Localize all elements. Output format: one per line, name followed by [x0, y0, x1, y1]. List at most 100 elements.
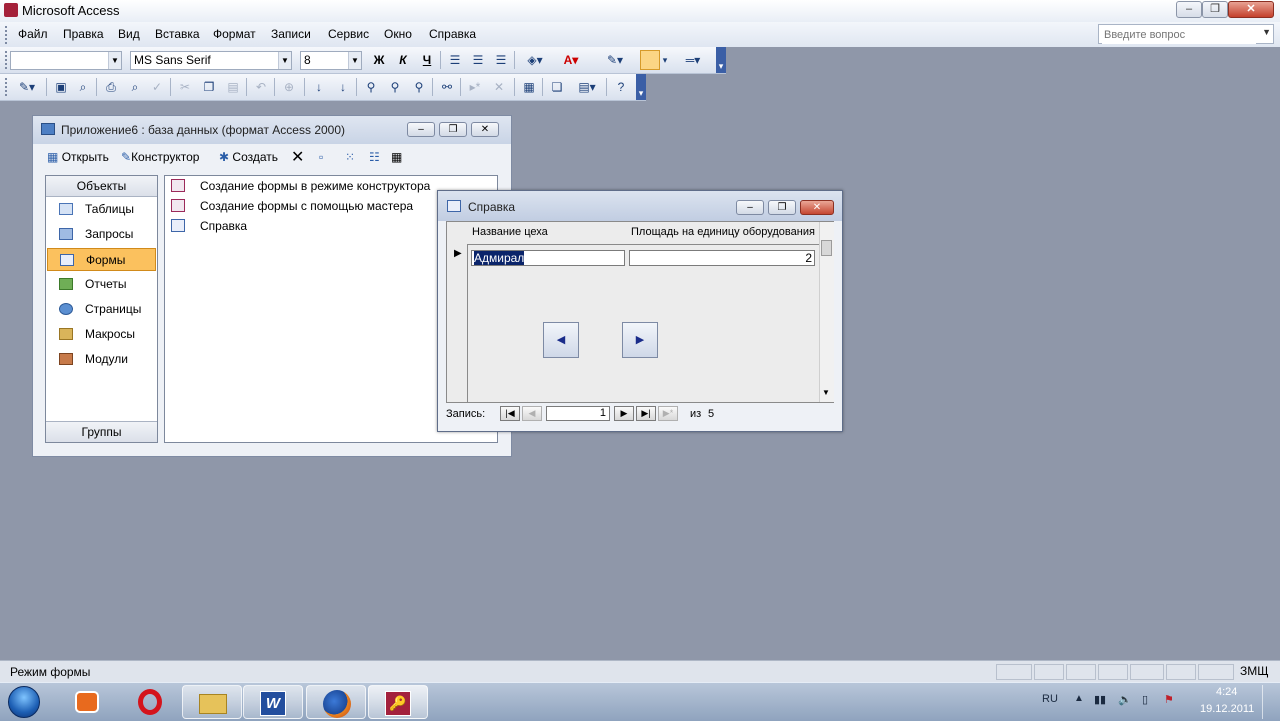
cut-icon[interactable]: ✂ — [176, 78, 194, 96]
sort-descending-icon[interactable]: ↓ — [334, 78, 352, 96]
paste-icon[interactable]: ▤ — [224, 78, 242, 96]
print-icon[interactable]: ⎙ — [102, 78, 120, 96]
save-icon[interactable]: ▣ — [52, 78, 70, 96]
record-number-input[interactable]: 1 — [546, 406, 610, 421]
copy-icon[interactable]: ❐ — [200, 78, 218, 96]
font-color-icon[interactable]: A▾ — [556, 51, 586, 69]
small-icons-icon[interactable]: ⁙ — [345, 150, 355, 164]
clock-date[interactable]: 19.12.2011 — [1200, 703, 1254, 715]
hyperlink-icon[interactable]: ⊕ — [280, 78, 298, 96]
chevron-down-icon[interactable]: ▾ — [660, 51, 670, 69]
new-object-icon[interactable]: ▤▾ — [572, 78, 602, 96]
restore-button[interactable]: ❐ — [768, 200, 796, 215]
font-size-combo[interactable]: 8 ▼ — [300, 51, 362, 70]
sort-ascending-icon[interactable]: ↓ — [310, 78, 328, 96]
italic-button[interactable]: К — [394, 51, 412, 69]
toolbar-options-icon[interactable]: ▾ — [636, 74, 646, 100]
area-per-equipment-field[interactable]: 2 — [629, 250, 815, 266]
taskbar-opera[interactable] — [120, 685, 180, 719]
menu-edit[interactable]: Правка — [63, 27, 104, 41]
create-button[interactable]: ✱ Создать — [219, 150, 278, 164]
first-record-button[interactable]: |◀ — [500, 406, 520, 421]
properties-icon[interactable]: ▦ — [520, 78, 538, 96]
taskbar-media-player[interactable] — [57, 685, 117, 719]
details-icon[interactable]: ▦ — [391, 150, 402, 164]
ask-question-input[interactable] — [1102, 26, 1256, 44]
ask-question-box[interactable]: ▼ — [1098, 24, 1274, 44]
show-desktop-button[interactable] — [1262, 685, 1279, 719]
record-selector[interactable]: ▶ — [447, 244, 468, 402]
spelling-icon[interactable]: ✓ — [148, 78, 166, 96]
line-color-icon[interactable]: ✎▾ — [600, 51, 630, 69]
delete-record-icon[interactable]: ✕ — [490, 78, 508, 96]
menu-tools[interactable]: Сервис — [328, 27, 369, 41]
show-hidden-icons-icon[interactable]: ▲ — [1074, 693, 1084, 704]
open-button[interactable]: ▦ Открыть — [47, 150, 109, 164]
chevron-down-icon[interactable]: ▼ — [348, 52, 361, 69]
scrollbar-thumb[interactable] — [821, 240, 832, 256]
menu-help[interactable]: Справка — [429, 27, 476, 41]
objects-item-macros[interactable]: Макросы — [47, 323, 156, 346]
menu-file[interactable]: Файл — [18, 27, 48, 41]
underline-button[interactable]: Ч — [418, 51, 436, 69]
print-preview-icon[interactable]: ⌕ — [126, 78, 144, 96]
align-right-icon[interactable]: ☰ — [492, 51, 510, 69]
close-button[interactable]: ✕ — [471, 122, 499, 137]
taskbar-firefox[interactable] — [306, 685, 366, 719]
file-search-icon[interactable]: ⌕ — [74, 78, 92, 96]
prev-record-button[interactable]: ◀ — [522, 406, 542, 421]
vertical-scrollbar[interactable]: ▼ — [819, 222, 834, 402]
apply-filter-icon[interactable]: ⚲ — [410, 78, 428, 96]
filter-by-selection-icon[interactable]: ⚲ — [362, 78, 380, 96]
start-button[interactable] — [4, 683, 44, 721]
taskbar-word[interactable]: W — [243, 685, 303, 719]
list-icon[interactable]: ☷ — [369, 150, 380, 164]
objects-item-tables[interactable]: Таблицы — [47, 198, 156, 221]
minimize-button[interactable]: – — [407, 122, 435, 137]
menu-records[interactable]: Записи — [271, 27, 311, 41]
objects-item-forms[interactable]: Формы — [47, 248, 156, 271]
scroll-down-icon[interactable]: ▼ — [822, 388, 830, 397]
chevron-down-icon[interactable]: ▼ — [278, 52, 291, 69]
filter-by-form-icon[interactable]: ⚲ — [386, 78, 404, 96]
power-icon[interactable]: ▯ — [1142, 693, 1148, 706]
last-record-button[interactable]: ▶| — [636, 406, 656, 421]
groups-header[interactable]: Группы — [46, 421, 157, 442]
menu-format[interactable]: Формат — [213, 27, 256, 41]
help-icon[interactable]: ? — [612, 78, 630, 96]
taskbar-access[interactable]: 🔑 — [368, 685, 428, 719]
objects-item-queries[interactable]: Запросы — [47, 223, 156, 246]
previous-record-button[interactable]: ◀ — [543, 322, 579, 358]
view-icon[interactable]: ✎▾ — [12, 78, 42, 96]
undo-icon[interactable]: ↶ — [252, 78, 270, 96]
next-record-nav-button[interactable]: ▶ — [614, 406, 634, 421]
close-button[interactable]: ✕ — [800, 200, 834, 215]
border-icon[interactable] — [640, 50, 660, 70]
font-combo[interactable]: MS Sans Serif ▼ — [130, 51, 292, 70]
minimize-button[interactable]: – — [1176, 1, 1202, 18]
new-record-icon[interactable]: ▸* — [466, 78, 484, 96]
objects-item-pages[interactable]: Страницы — [47, 298, 156, 321]
action-center-icon[interactable]: ⚑ — [1164, 693, 1174, 706]
new-record-button[interactable]: ▶* — [658, 406, 678, 421]
menu-insert[interactable]: Вставка — [155, 27, 200, 41]
language-indicator[interactable]: RU — [1042, 693, 1058, 705]
delete-icon[interactable]: ✕ — [291, 147, 304, 167]
line-width-icon[interactable]: ═▾ — [678, 51, 708, 69]
large-icons-icon[interactable]: ▫ — [319, 150, 323, 164]
objects-header[interactable]: Объекты — [46, 176, 157, 197]
bold-button[interactable]: Ж — [370, 51, 388, 69]
objects-item-modules[interactable]: Модули — [47, 348, 156, 371]
design-button[interactable]: ✎Конструктор — [121, 150, 199, 164]
align-center-icon[interactable]: ☰ — [469, 51, 487, 69]
align-left-icon[interactable]: ☰ — [446, 51, 464, 69]
close-button[interactable]: ✕ — [1228, 1, 1274, 18]
find-icon[interactable]: ⚯ — [438, 78, 456, 96]
workshop-name-field[interactable]: Адмирал — [471, 250, 625, 266]
chevron-down-icon[interactable]: ▼ — [1262, 27, 1271, 37]
next-record-button[interactable]: ▶ — [622, 322, 658, 358]
taskbar-explorer[interactable] — [182, 685, 242, 719]
restore-button[interactable]: ❐ — [1202, 1, 1228, 18]
restore-button[interactable]: ❐ — [439, 122, 467, 137]
menu-window[interactable]: Окно — [384, 27, 412, 41]
